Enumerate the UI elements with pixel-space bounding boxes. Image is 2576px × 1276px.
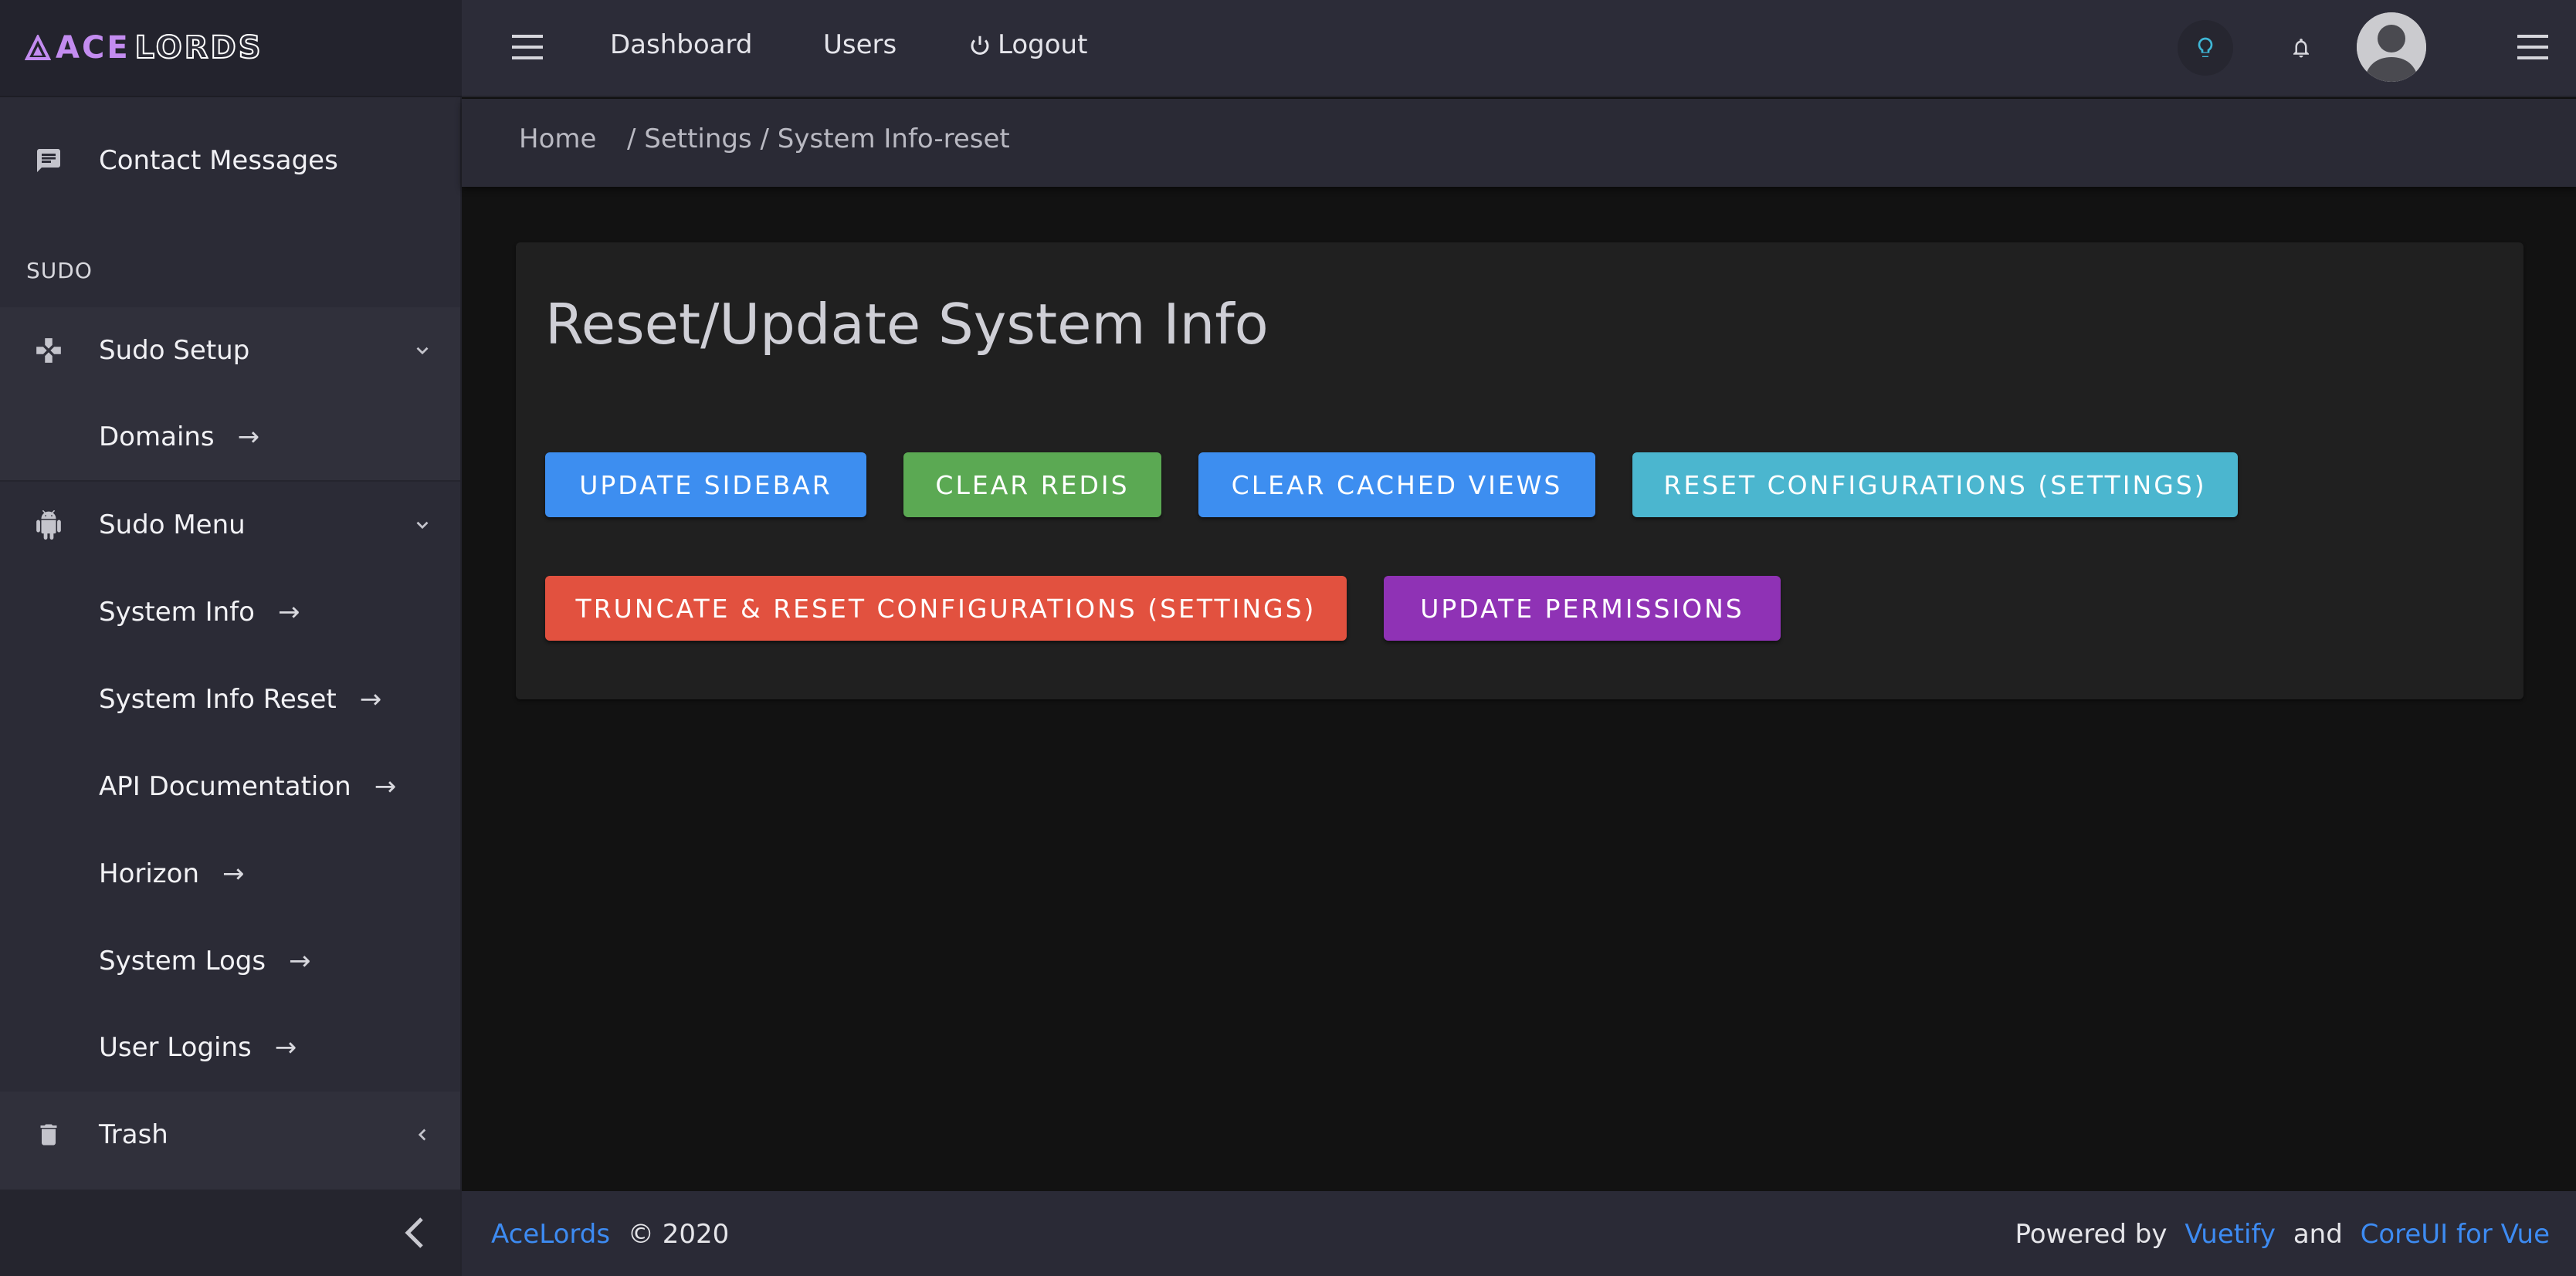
sidebar-item-label: Domains <box>99 421 215 452</box>
system-info-card: Reset/Update System Info UPDATE SIDEBAR … <box>516 242 2523 699</box>
sidebar-item-label: System Logs <box>99 946 266 976</box>
sidebar-brand[interactable]: ACE LORDS <box>0 0 462 97</box>
sidebar-item-label: System Info Reset <box>99 684 337 715</box>
sidebar-item-label: Horizon <box>99 858 199 889</box>
android-icon <box>32 509 65 541</box>
arrow-right-icon: → <box>359 684 382 715</box>
update-permissions-button[interactable]: UPDATE PERMISSIONS <box>1384 576 1781 641</box>
power-icon <box>971 36 989 55</box>
trash-icon <box>32 1119 65 1151</box>
sidebar-item-user-logins[interactable]: User Logins → <box>0 1004 460 1091</box>
sidebar-item-contact-messages[interactable]: Contact Messages <box>0 122 460 199</box>
top-header: Dashboard Users Logout <box>462 0 2576 97</box>
aside-menu-icon[interactable] <box>2516 31 2550 63</box>
sidebar-item-system-logs[interactable]: System Logs → <box>0 918 460 1004</box>
footer: AceLords © 2020 Powered by Vuetify and C… <box>462 1191 2576 1276</box>
sidebar-item-label: Sudo Menu <box>99 509 246 540</box>
message-icon <box>32 144 65 177</box>
sidebar-minimizer[interactable] <box>0 1190 460 1276</box>
footer-powered-by: Powered by <box>2015 1219 2168 1250</box>
bell-icon <box>2293 39 2309 58</box>
footer-and: and <box>2293 1219 2343 1250</box>
arrow-right-icon: → <box>277 597 300 628</box>
nav-link-logout[interactable]: Logout <box>968 29 1087 60</box>
chevron-left-icon <box>405 1217 423 1248</box>
lightbulb-button[interactable] <box>2178 20 2233 76</box>
footer-copyright: © 2020 <box>627 1219 730 1250</box>
lightbulb-icon <box>2198 37 2213 57</box>
sidebar-item-trash[interactable]: Trash <box>0 1092 460 1178</box>
breadcrumb: Home / Settings / System Info-reset <box>462 99 2576 187</box>
nav-link-users[interactable]: Users <box>823 29 897 60</box>
sidebar-toggle-icon[interactable] <box>511 31 544 63</box>
sidebar-item-horizon[interactable]: Horizon → <box>0 831 460 917</box>
sidebar-item-label: API Documentation <box>99 771 351 802</box>
footer-coreui-link[interactable]: CoreUI for Vue <box>2361 1219 2550 1250</box>
update-sidebar-button[interactable]: UPDATE SIDEBAR <box>545 452 866 517</box>
brand-logo[interactable]: ACE LORDS <box>25 29 263 66</box>
sidebar-item-domains[interactable]: Domains → <box>0 394 460 480</box>
sidebar-section-title: SUDO <box>26 258 93 283</box>
footer-left: AceLords © 2020 <box>491 1219 729 1250</box>
sidebar: ACE LORDS Contact Messages SUDO Sudo Setu… <box>0 0 462 1276</box>
chevron-left-icon <box>418 1129 426 1141</box>
clear-redis-button[interactable]: CLEAR REDIS <box>903 452 1161 517</box>
footer-vuetify-link[interactable]: Vuetify <box>2185 1219 2276 1250</box>
sidebar-item-api-documentation[interactable]: API Documentation → <box>0 743 460 830</box>
brand-name-part2: LORDS <box>134 29 263 66</box>
truncate-reset-configurations-button[interactable]: TRUNCATE & RESET CONFIGURATIONS (SETTING… <box>545 576 1347 641</box>
sidebar-item-label: Sudo Setup <box>99 335 250 366</box>
avatar[interactable] <box>2357 12 2426 82</box>
page-title: Reset/Update System Info <box>545 292 1269 357</box>
gamepad-icon <box>32 334 65 367</box>
logout-label: Logout <box>998 29 1088 60</box>
clear-cached-views-button[interactable]: CLEAR CACHED VIEWS <box>1198 452 1595 517</box>
footer-right: Powered by Vuetify and CoreUI for Vue <box>2015 1219 2550 1250</box>
brand-name-part1: ACE <box>56 30 130 66</box>
user-avatar-icon <box>2357 12 2426 82</box>
sidebar-item-label: Contact Messages <box>99 145 338 176</box>
arrow-right-icon: → <box>289 946 311 976</box>
breadcrumb-home[interactable]: Home <box>519 124 596 154</box>
nav-link-dashboard[interactable]: Dashboard <box>610 29 752 60</box>
arrow-right-icon: → <box>237 421 260 452</box>
sidebar-item-label: System Info <box>99 597 255 628</box>
breadcrumb-path: / Settings / System Info-reset <box>627 124 1010 154</box>
notifications-button[interactable] <box>2273 20 2329 76</box>
sidebar-item-label: Trash <box>99 1119 168 1150</box>
logo-mark-icon <box>25 35 51 60</box>
footer-brand-link[interactable]: AceLords <box>491 1219 610 1250</box>
arrow-right-icon: → <box>222 858 245 889</box>
sidebar-item-system-info[interactable]: System Info → <box>0 569 460 655</box>
sidebar-item-system-info-reset[interactable]: System Info Reset → <box>0 656 460 743</box>
sidebar-item-label: User Logins <box>99 1032 252 1063</box>
reset-configurations-button[interactable]: RESET CONFIGURATIONS (SETTINGS) <box>1632 452 2238 517</box>
arrow-right-icon: → <box>374 771 397 802</box>
chevron-down-icon <box>416 521 429 530</box>
sidebar-item-sudo-menu[interactable]: Sudo Menu <box>0 482 460 568</box>
chevron-down-icon <box>416 347 429 355</box>
sidebar-item-sudo-setup[interactable]: Sudo Setup <box>0 307 460 394</box>
arrow-right-icon: → <box>274 1032 297 1063</box>
